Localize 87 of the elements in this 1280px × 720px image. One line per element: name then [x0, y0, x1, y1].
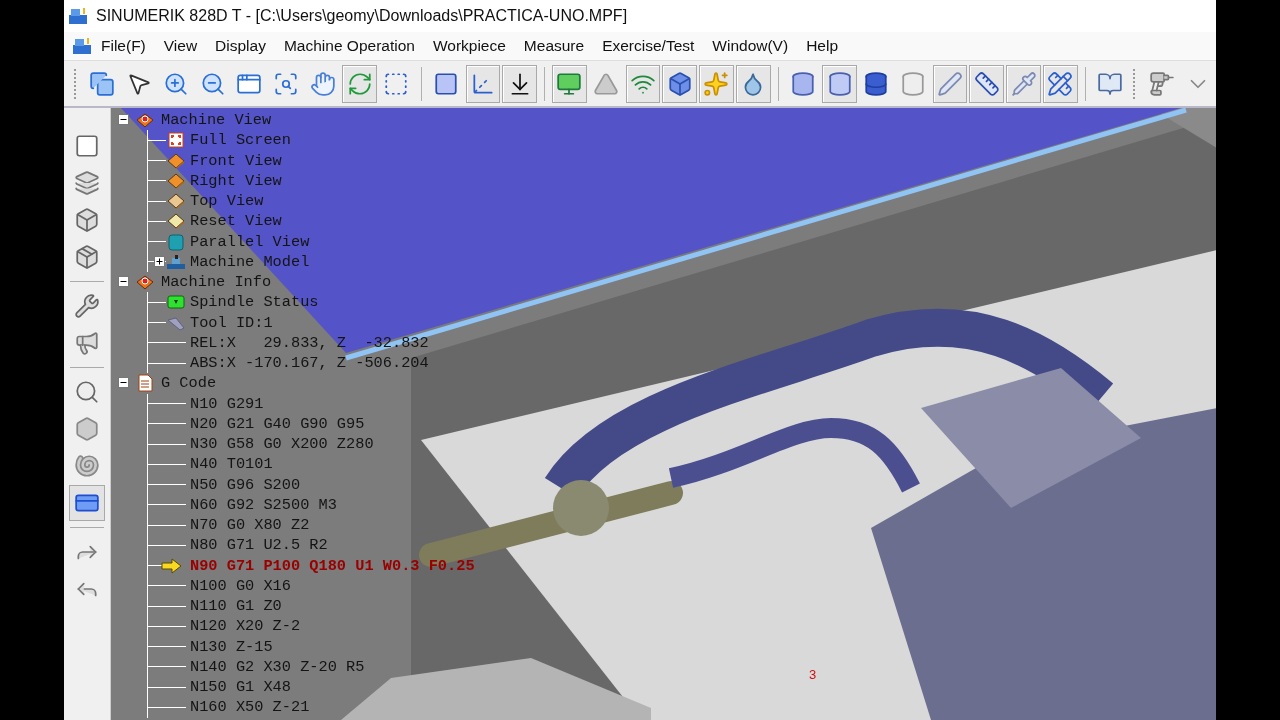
cube-view-icon: [166, 151, 186, 170]
drill-icon: [1148, 70, 1175, 97]
cube-view-icon: [166, 212, 186, 231]
package-icon: [74, 244, 100, 270]
tree-item[interactable]: Front View: [190, 151, 282, 170]
cylinder-icon: [900, 70, 927, 97]
tree-item[interactable]: Full Screen: [190, 131, 291, 150]
pencil-ruler-icon: [1047, 70, 1074, 97]
stars-icon: [703, 70, 730, 97]
tree-item[interactable]: ABS:X -170.167, Z -506.204: [190, 354, 429, 373]
menu-item[interactable]: View: [154, 37, 207, 55]
code-line[interactable]: N100 G0 X16: [190, 576, 291, 595]
tree-item[interactable]: G Code: [161, 374, 217, 393]
collapse-icon[interactable]: [118, 114, 129, 125]
app-logo-icon: [72, 37, 92, 55]
tree-item[interactable]: Machine Model: [190, 252, 310, 271]
pen-icon: [937, 70, 963, 97]
code-line[interactable]: N160 X50 Z-21: [190, 698, 310, 717]
box-icon: [74, 207, 100, 233]
tree-item[interactable]: Tool ID:1: [190, 313, 273, 332]
spindle-icon: [166, 293, 186, 312]
shell-icon: [74, 453, 100, 479]
scene-label: 3: [809, 667, 817, 682]
windows-icon: [89, 70, 116, 97]
code-line[interactable]: N20 G21 G40 G90 G95: [190, 414, 365, 433]
ruler-icon: [973, 70, 1000, 97]
app-logo-icon: [68, 7, 88, 25]
menu-item[interactable]: Workpiece: [423, 37, 515, 55]
toolbar-button[interactable]: [969, 64, 1005, 103]
code-line[interactable]: N150 G1 X48: [190, 678, 291, 697]
machine-icon: [135, 273, 155, 292]
machine-model-icon: [166, 252, 186, 271]
code-line[interactable]: N60 G92 S2500 M3: [190, 495, 337, 514]
code-line[interactable]: N120 X20 Z-2: [190, 617, 301, 636]
book-icon: [1097, 70, 1124, 97]
zoom-in-icon: [162, 70, 189, 97]
cylinder-icon: [863, 70, 890, 97]
code-line[interactable]: N10 G291: [190, 394, 264, 413]
code-line[interactable]: N140 G2 X30 Z-20 R5: [190, 657, 365, 676]
menu-item[interactable]: Exercise/Test: [593, 37, 704, 55]
rounded-cube-icon: [166, 232, 186, 251]
code-line[interactable]: N50 G96 S200: [190, 475, 301, 494]
search-icon: [74, 379, 100, 405]
triangle-icon: [593, 70, 620, 97]
tree-item[interactable]: REL:X 29.833, Z -32.832: [190, 333, 429, 352]
expand-icon[interactable]: [154, 255, 165, 267]
megaphone-icon: [74, 330, 100, 356]
window-title: SINUMERIK 828D T - [C:\Users\geomy\Downloads\PRACTICA-UNO.MPF]: [96, 7, 628, 25]
tree-item[interactable]: Machine Info: [161, 273, 272, 292]
window-icon: [74, 133, 100, 159]
menu-item[interactable]: Window(V): [703, 37, 798, 55]
dashed-box-icon: [383, 70, 410, 97]
fullscreen-icon: [166, 131, 186, 150]
menu-item[interactable]: Display: [206, 37, 275, 55]
toolbar-button[interactable]: [662, 64, 698, 103]
cube-icon: [666, 70, 693, 97]
monitor-icon: [556, 70, 583, 97]
code-line[interactable]: N80 G71 U2.5 R2: [190, 536, 328, 555]
hexagon-icon: [74, 416, 100, 442]
code-line[interactable]: N110 G1 Z0: [190, 597, 282, 616]
tree-item[interactable]: Right View: [190, 171, 282, 190]
wrench-icon: [74, 293, 100, 319]
rotate-icon: [346, 70, 373, 97]
cylinder-icon: [789, 70, 816, 97]
code-line[interactable]: N130 Z-15: [190, 637, 273, 656]
code-line[interactable]: N70 G0 X80 Z2: [190, 516, 310, 535]
machine-icon: [135, 111, 155, 130]
menu-item[interactable]: Help: [797, 37, 847, 55]
rectangle-icon: [433, 70, 460, 97]
hand-icon: [309, 70, 336, 97]
code-line[interactable]: N40 T0101: [190, 455, 273, 474]
pipette-icon: [1010, 70, 1037, 97]
toolbar-button[interactable]: [502, 64, 538, 103]
menu-item[interactable]: Measure: [514, 37, 594, 55]
zoom-out-icon: [199, 70, 226, 97]
collapse-icon[interactable]: [118, 377, 129, 389]
arrow-icon: [160, 556, 182, 575]
cube-view-icon: [166, 192, 186, 211]
menu-item[interactable]: File(F): [92, 37, 155, 55]
layers-icon: [74, 170, 100, 196]
code-line[interactable]: N30 G58 G0 X200 Z280: [190, 435, 374, 454]
tree-item[interactable]: Machine View: [161, 111, 272, 130]
menu-item[interactable]: Machine Operation: [274, 37, 424, 55]
zoom-fit-icon: [273, 70, 300, 97]
collapse-icon[interactable]: [118, 276, 129, 287]
cube-view-icon: [166, 171, 186, 190]
cylinder-icon: [826, 70, 853, 97]
